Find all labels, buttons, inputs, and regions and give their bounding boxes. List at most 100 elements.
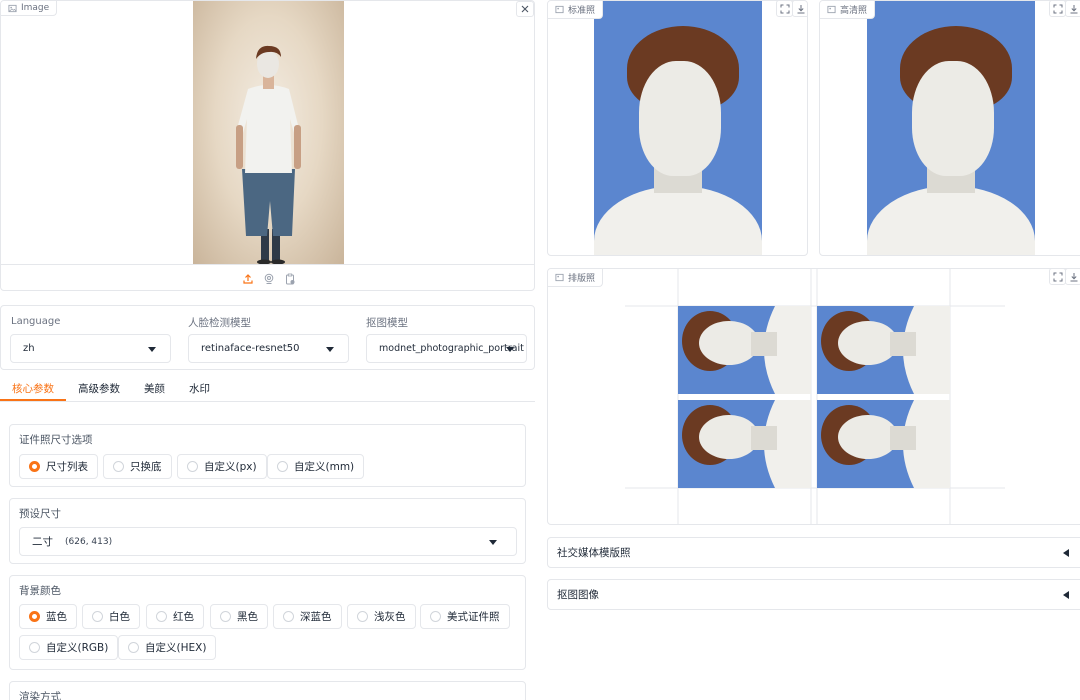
face — [639, 61, 721, 176]
size-option-label: 只换底 — [130, 461, 162, 473]
layout-photo-4 — [817, 400, 950, 488]
bg-option-label: 浅灰色 — [374, 611, 406, 623]
tab-core-params[interactable]: 核心参数 — [0, 376, 66, 401]
download-button[interactable] — [1065, 1, 1080, 17]
radio-selected-icon — [29, 461, 40, 472]
preset-size-dropdown[interactable]: 二寸 (626, 413) — [19, 527, 517, 556]
bg-option-white[interactable]: 白色 — [82, 604, 140, 629]
clear-image-button[interactable] — [516, 1, 534, 17]
tab-watermark[interactable]: 水印 — [177, 376, 222, 401]
background-color-group: 背景颜色 蓝色 白色 红色 黑色 深蓝色 浅灰色 美式证件照 自定义(RGB) … — [9, 575, 526, 670]
download-button[interactable] — [1065, 269, 1080, 285]
standard-photo-panel: 标准照 — [547, 0, 808, 256]
size-option-custom-mm[interactable]: 自定义(mm) — [267, 454, 365, 479]
language-value: zh — [23, 343, 35, 354]
bg-option-us-id[interactable]: 美式证件照 — [420, 604, 510, 629]
size-option-label: 尺寸列表 — [46, 461, 88, 473]
person-figure — [236, 45, 301, 264]
bg-option-label: 深蓝色 — [300, 611, 332, 623]
radio-icon — [277, 461, 288, 472]
shirt — [867, 186, 1035, 255]
language-label: Language — [11, 316, 61, 327]
image-upload-panel[interactable]: Image — [0, 0, 535, 291]
radio-icon — [29, 642, 40, 653]
bg-option-label: 白色 — [109, 611, 130, 623]
hd-photo-label-text: 高清照 — [840, 6, 868, 16]
upload-icon[interactable] — [242, 273, 254, 285]
size-option-custom-px[interactable]: 自定义(px) — [177, 454, 267, 479]
matting-image-accordion[interactable]: 抠图图像 — [547, 579, 1080, 610]
preset-size-title: 预设尺寸 — [19, 508, 61, 520]
render-mode-group: 渲染方式 — [9, 681, 526, 700]
language-dropdown[interactable]: zh — [10, 334, 171, 363]
upload-source-bar — [1, 264, 534, 290]
bg-option-label: 红色 — [173, 611, 194, 623]
layout-photo-panel: 排版照 — [547, 268, 1080, 525]
model-settings-panel: Language zh 人脸检测模型 retinaface-resnet50 抠… — [0, 305, 535, 370]
standard-photo-label: 标准照 — [548, 1, 604, 19]
radio-icon — [357, 611, 368, 622]
tab-beauty[interactable]: 美颜 — [132, 376, 177, 401]
hd-photo-image — [867, 1, 1035, 255]
bg-option-custom-rgb[interactable]: 自定义(RGB) — [19, 635, 119, 660]
render-mode-title: 渲染方式 — [19, 691, 61, 700]
preset-size-dims: (626, 413) — [65, 536, 113, 547]
size-options-title: 证件照尺寸选项 — [19, 434, 93, 446]
image-icon — [8, 4, 17, 12]
face-model-label: 人脸检测模型 — [188, 317, 251, 329]
bg-option-blue[interactable]: 蓝色 — [19, 604, 77, 629]
image-icon — [555, 5, 564, 14]
collapse-arrow-icon — [1063, 591, 1069, 599]
clipboard-icon[interactable] — [284, 273, 296, 285]
collapse-arrow-icon — [1063, 549, 1069, 557]
image-label-text: Image — [21, 3, 50, 13]
bg-option-dark-blue[interactable]: 深蓝色 — [273, 604, 342, 629]
fullscreen-button[interactable] — [1049, 1, 1066, 17]
face-model-dropdown[interactable]: retinaface-resnet50 — [188, 334, 349, 363]
preset-size-value: 二寸 — [32, 536, 53, 548]
download-icon — [1070, 4, 1077, 13]
image-icon — [555, 273, 564, 282]
bg-option-light-gray[interactable]: 浅灰色 — [347, 604, 416, 629]
radio-icon — [113, 461, 124, 472]
matting-model-value: modnet_photographic_portrait — [379, 343, 524, 354]
layout-photo-label-text: 排版照 — [568, 274, 596, 284]
bg-option-black[interactable]: 黑色 — [210, 604, 268, 629]
accordion-label: 抠图图像 — [557, 589, 599, 601]
hd-photo-panel: 高清照 — [819, 0, 1080, 256]
matting-model-dropdown[interactable]: modnet_photographic_portrait — [366, 334, 527, 363]
chevron-down-icon — [148, 347, 156, 352]
bg-option-label: 自定义(RGB) — [46, 642, 109, 654]
bg-option-custom-hex[interactable]: 自定义(HEX) — [118, 635, 217, 660]
fullscreen-button[interactable] — [1049, 269, 1066, 285]
size-option-label: 自定义(mm) — [294, 461, 355, 473]
fullscreen-icon — [1053, 4, 1062, 13]
size-option-label: 自定义(px) — [204, 461, 257, 473]
webcam-icon[interactable] — [263, 273, 275, 285]
input-photo — [193, 1, 344, 264]
social-media-template-accordion[interactable]: 社交媒体模版照 — [547, 537, 1080, 568]
bg-option-label: 自定义(HEX) — [145, 642, 207, 654]
accordion-label: 社交媒体模版照 — [557, 547, 631, 559]
radio-icon — [128, 642, 139, 653]
size-option-list[interactable]: 尺寸列表 — [19, 454, 98, 479]
tab-advanced-params[interactable]: 高级参数 — [66, 376, 132, 401]
close-icon — [521, 5, 529, 13]
chevron-down-icon — [506, 347, 514, 352]
bg-option-label: 美式证件照 — [447, 611, 500, 623]
radio-icon — [283, 611, 294, 622]
face-model-value: retinaface-resnet50 — [201, 343, 300, 354]
fullscreen-button[interactable] — [776, 1, 793, 17]
bg-option-red[interactable]: 红色 — [146, 604, 204, 629]
shirt — [594, 186, 762, 255]
hd-photo-label: 高清照 — [820, 1, 876, 19]
layout-photo-1 — [678, 306, 811, 394]
bg-option-label: 黑色 — [237, 611, 258, 623]
download-button[interactable] — [792, 1, 807, 17]
standard-photo-image — [594, 1, 762, 255]
radio-icon — [156, 611, 167, 622]
radio-icon — [187, 461, 198, 472]
preset-size-group: 预设尺寸 二寸 (626, 413) — [9, 498, 526, 564]
size-option-bg-only[interactable]: 只换底 — [103, 454, 172, 479]
standard-photo-label-text: 标准照 — [568, 6, 596, 16]
